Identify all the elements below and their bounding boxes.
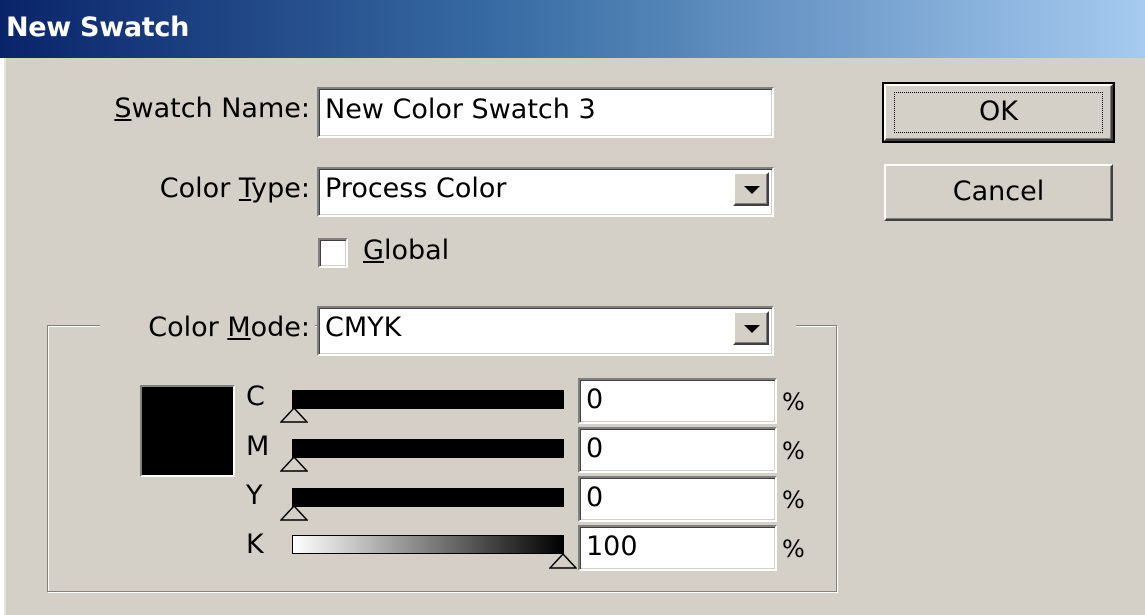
channel-label-k: K [246, 529, 264, 560]
triangle-up-icon[interactable] [280, 407, 308, 423]
color-mode-select[interactable]: CMYK [317, 306, 774, 356]
color-type-dropdown-button[interactable] [733, 172, 769, 206]
color-mode-label-pre: Color [148, 312, 228, 343]
channel-label-c: C [246, 381, 265, 412]
slider-y[interactable] [292, 488, 564, 507]
window-frame-edge [0, 58, 6, 615]
color-type-label-pre: Color [159, 173, 239, 204]
channel-input-k[interactable]: 100 [578, 525, 777, 571]
swatch-name-label-text: watch Name: [131, 93, 310, 124]
channel-input-c[interactable]: 0 [578, 378, 777, 424]
channel-value-m: 0 [586, 433, 604, 464]
color-mode-mnemonic: M [227, 312, 251, 343]
ok-button-label: OK [979, 96, 1018, 127]
channel-input-m[interactable]: 0 [578, 427, 777, 473]
chevron-down-icon [744, 186, 760, 194]
percent-c: % [782, 388, 805, 416]
color-mode-value: CMYK [325, 312, 402, 343]
percent-k: % [782, 535, 805, 563]
color-type-label: Color Type: [105, 173, 310, 204]
color-mode-dropdown-button[interactable] [733, 311, 769, 345]
group-label-gap-right [774, 318, 796, 332]
color-mode-label: Color Mode: [105, 312, 310, 343]
slider-m[interactable] [292, 439, 564, 458]
global-label[interactable]: Global [363, 235, 449, 266]
chevron-down-icon [744, 325, 760, 333]
triangle-up-icon[interactable] [280, 456, 308, 472]
percent-y: % [782, 486, 805, 514]
window-title: New Swatch [6, 12, 189, 43]
channel-label-m: M [246, 431, 270, 462]
color-type-mnemonic: T [238, 173, 252, 204]
channel-input-y[interactable]: 0 [578, 476, 777, 522]
cancel-button[interactable]: Cancel [884, 164, 1113, 221]
channel-value-y: 0 [586, 482, 604, 513]
triangle-up-icon[interactable] [280, 505, 308, 521]
swatch-name-mnemonic: S [114, 93, 132, 124]
title-bar[interactable]: New Swatch [0, 0, 1145, 58]
color-type-label-post: ype: [251, 173, 310, 204]
swatch-name-value: New Color Swatch 3 [325, 94, 596, 125]
color-type-select[interactable]: Process Color [317, 167, 774, 217]
percent-m: % [782, 437, 805, 465]
global-mnemonic: G [363, 235, 384, 266]
swatch-name-input[interactable]: New Color Swatch 3 [317, 87, 774, 138]
color-preview-fill [142, 387, 233, 475]
channel-label-y: Y [246, 480, 263, 511]
cancel-button-label: Cancel [952, 176, 1045, 207]
channel-value-c: 0 [586, 384, 604, 415]
color-preview [140, 385, 235, 477]
slider-k[interactable] [292, 535, 564, 554]
global-label-text: lobal [383, 235, 450, 266]
color-type-value: Process Color [325, 173, 507, 204]
triangle-up-icon[interactable] [549, 553, 577, 569]
color-mode-label-post: ode: [250, 312, 310, 343]
slider-c[interactable] [292, 390, 564, 409]
ok-button[interactable]: OK [882, 82, 1115, 143]
channel-value-k: 100 [586, 531, 638, 562]
swatch-name-label: Swatch Name: [105, 93, 310, 124]
global-checkbox[interactable] [318, 238, 348, 268]
